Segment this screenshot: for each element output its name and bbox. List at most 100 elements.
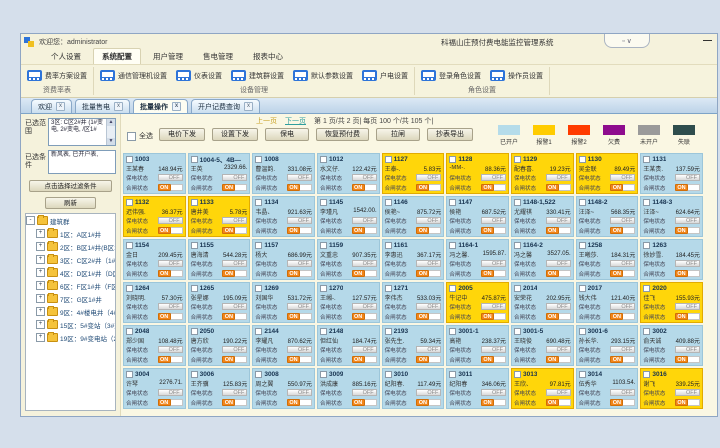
meter-card[interactable]: 3002俞天诚409.88元保电状态OFF合闸状态ON: [640, 325, 703, 366]
card-checkbox[interactable]: [579, 199, 586, 206]
meter-card[interactable]: 2193张先生.59.34元保电状态OFF合闸状态ON: [382, 325, 445, 366]
collapse-icon[interactable]: -: [26, 216, 35, 225]
switch-state-toggle-on[interactable]: ON: [222, 184, 247, 191]
card-checkbox[interactable]: [449, 371, 456, 378]
power-protect-toggle-off[interactable]: OFF: [352, 346, 377, 353]
power-protect-toggle-off[interactable]: OFF: [675, 389, 700, 396]
card-checkbox[interactable]: [449, 199, 456, 206]
meter-card[interactable]: 1159文重忠907.35元保电状态OFF合闸状态ON: [317, 239, 380, 280]
meter-card[interactable]: 2048郑少国108.48元保电状态OFF合闸状态ON: [123, 325, 186, 366]
switch-state-toggle-on[interactable]: ON: [675, 399, 700, 406]
menu-tab-用户管理[interactable]: 用户管理: [145, 49, 191, 64]
power-protect-toggle-off[interactable]: OFF: [158, 260, 183, 267]
switch-state-toggle-on[interactable]: ON: [352, 227, 377, 234]
card-checkbox[interactable]: [191, 242, 198, 249]
card-checkbox[interactable]: [385, 371, 392, 378]
card-checkbox[interactable]: [579, 328, 586, 335]
power-protect-toggle-off[interactable]: OFF: [158, 174, 183, 181]
power-protect-toggle-off[interactable]: OFF: [222, 303, 247, 310]
switch-state-toggle-on[interactable]: ON: [222, 356, 247, 363]
meter-card[interactable]: 3014伍秀华1103.54.保电状态OFF合闸状态ON: [576, 368, 639, 409]
minimize-icon[interactable]: —: [703, 36, 712, 45]
power-protect-toggle-off[interactable]: OFF: [287, 260, 312, 267]
meter-card[interactable]: 1003王某春148.94元保电状态OFF合闸状态ON: [123, 153, 186, 194]
expand-icon[interactable]: +: [36, 255, 45, 264]
power-protect-toggle-off[interactable]: OFF: [546, 303, 571, 310]
power-protect-toggle-off[interactable]: OFF: [416, 260, 441, 267]
card-checkbox[interactable]: [449, 156, 456, 163]
tab-close-icon[interactable]: x: [172, 102, 181, 111]
meter-card[interactable]: 1131王某贵.137.59元保电状态OFF合闸状态ON: [640, 153, 703, 194]
switch-state-toggle-on[interactable]: ON: [222, 399, 247, 406]
card-checkbox[interactable]: [643, 285, 650, 292]
switch-state-toggle-on[interactable]: ON: [546, 227, 571, 234]
card-checkbox[interactable]: [514, 199, 521, 206]
switch-state-toggle-on[interactable]: ON: [158, 184, 183, 191]
switch-state-toggle-on[interactable]: ON: [287, 399, 312, 406]
next-page-link[interactable]: 下一页: [285, 116, 306, 126]
tree-item[interactable]: +3区：C区2#井（1#变: [26, 253, 115, 266]
meter-card[interactable]: 2144李耀凡870.62元保电状态OFF合闸状态ON: [252, 325, 315, 366]
power-protect-toggle-off[interactable]: OFF: [481, 389, 506, 396]
ribbon-button-默认参数设置[interactable]: 默认参数设置: [293, 70, 353, 81]
tree-item[interactable]: +6区：F区1#井（F区1#: [26, 279, 115, 292]
meter-card[interactable]: 3010纪阳春.117.49元保电状态OFF合闸状态ON: [382, 368, 445, 409]
action-button-设置下发[interactable]: 设置下发: [212, 128, 258, 141]
card-checkbox[interactable]: [320, 371, 327, 378]
power-protect-toggle-off[interactable]: OFF: [481, 217, 506, 224]
switch-state-toggle-on[interactable]: ON: [287, 270, 312, 277]
power-protect-toggle-off[interactable]: OFF: [610, 174, 635, 181]
tab-close-icon[interactable]: x: [56, 102, 65, 111]
meter-card[interactable]: 1130吴金联89.49元保电状态OFF合闸状态ON: [576, 153, 639, 194]
expand-icon[interactable]: +: [36, 229, 45, 238]
action-button-恢复预付费[interactable]: 恢复预付费: [316, 128, 369, 141]
meter-card[interactable]: 1133唐井美5.78元保电状态OFF合闸状态ON: [188, 196, 251, 237]
card-checkbox[interactable]: [191, 199, 198, 206]
doc-tab-批量操作[interactable]: 批量操作x: [133, 99, 188, 113]
card-checkbox[interactable]: [514, 242, 521, 249]
menu-tab-报表中心[interactable]: 报表中心: [245, 49, 291, 64]
scroll-down-icon[interactable]: ▼: [107, 138, 115, 145]
menu-tab-个人设置[interactable]: 个人设置: [43, 49, 89, 64]
switch-state-toggle-on[interactable]: ON: [546, 313, 571, 320]
power-protect-toggle-off[interactable]: OFF: [158, 346, 183, 353]
power-protect-toggle-off[interactable]: OFF: [675, 346, 700, 353]
meter-card[interactable]: 2017钱大伟121.40元保电状态OFF合闸状态ON: [576, 282, 639, 323]
power-protect-toggle-off[interactable]: OFF: [546, 174, 571, 181]
meter-card[interactable]: 2014安荣花202.95元保电状态OFF合闸状态ON: [511, 282, 574, 323]
scroll-up-icon[interactable]: ▲: [107, 119, 115, 126]
power-protect-toggle-off[interactable]: OFF: [287, 389, 312, 396]
power-protect-toggle-off[interactable]: OFF: [222, 174, 247, 181]
card-checkbox[interactable]: [255, 242, 262, 249]
switch-state-toggle-on[interactable]: ON: [416, 227, 441, 234]
power-protect-toggle-off[interactable]: OFF: [610, 303, 635, 310]
power-protect-toggle-off[interactable]: OFF: [352, 174, 377, 181]
switch-state-toggle-on[interactable]: ON: [481, 313, 506, 320]
expand-icon[interactable]: +: [36, 268, 45, 277]
action-button-拉闸[interactable]: 拉闸: [376, 128, 420, 141]
power-protect-toggle-off[interactable]: OFF: [352, 260, 377, 267]
card-checkbox[interactable]: [191, 371, 198, 378]
switch-state-toggle-on[interactable]: ON: [158, 270, 183, 277]
power-protect-toggle-off[interactable]: OFF: [352, 217, 377, 224]
meter-card[interactable]: 1148-3汪泽~624.64元保电状态OFF合闸状态ON: [640, 196, 703, 237]
meter-card[interactable]: 1269刘国华531.72元保电状态OFF合闸状态ON: [252, 282, 315, 323]
meter-card[interactable]: 1004-5、4B—王英2329.66.保电状态OFF合闸状态ON: [188, 153, 251, 194]
switch-state-toggle-on[interactable]: ON: [416, 184, 441, 191]
card-checkbox[interactable]: [579, 371, 586, 378]
meter-card[interactable]: 1012水文仔.122.42元保电状态OFF合闸状态ON: [317, 153, 380, 194]
action-button-抄表导出[interactable]: 抄表导出: [427, 128, 473, 141]
power-protect-toggle-off[interactable]: OFF: [610, 346, 635, 353]
card-checkbox[interactable]: [385, 242, 392, 249]
switch-state-toggle-on[interactable]: ON: [675, 313, 700, 320]
meter-card[interactable]: 1148-1,522尤耀祺330.41元保电状态OFF合闸状态ON: [511, 196, 574, 237]
power-protect-toggle-off[interactable]: OFF: [675, 174, 700, 181]
power-protect-toggle-off[interactable]: OFF: [222, 217, 247, 224]
meter-card[interactable]: 1145李瑾凡1542.00.保电状态OFF合闸状态ON: [317, 196, 380, 237]
meter-card[interactable]: 2050唐方欣190.22元保电状态OFF合闸状态ON: [188, 325, 251, 366]
card-checkbox[interactable]: [449, 285, 456, 292]
card-checkbox[interactable]: [643, 242, 650, 249]
power-protect-toggle-off[interactable]: OFF: [416, 389, 441, 396]
switch-state-toggle-on[interactable]: ON: [481, 227, 506, 234]
ribbon-button-通信管理机设置[interactable]: 通信管理机设置: [100, 70, 167, 81]
